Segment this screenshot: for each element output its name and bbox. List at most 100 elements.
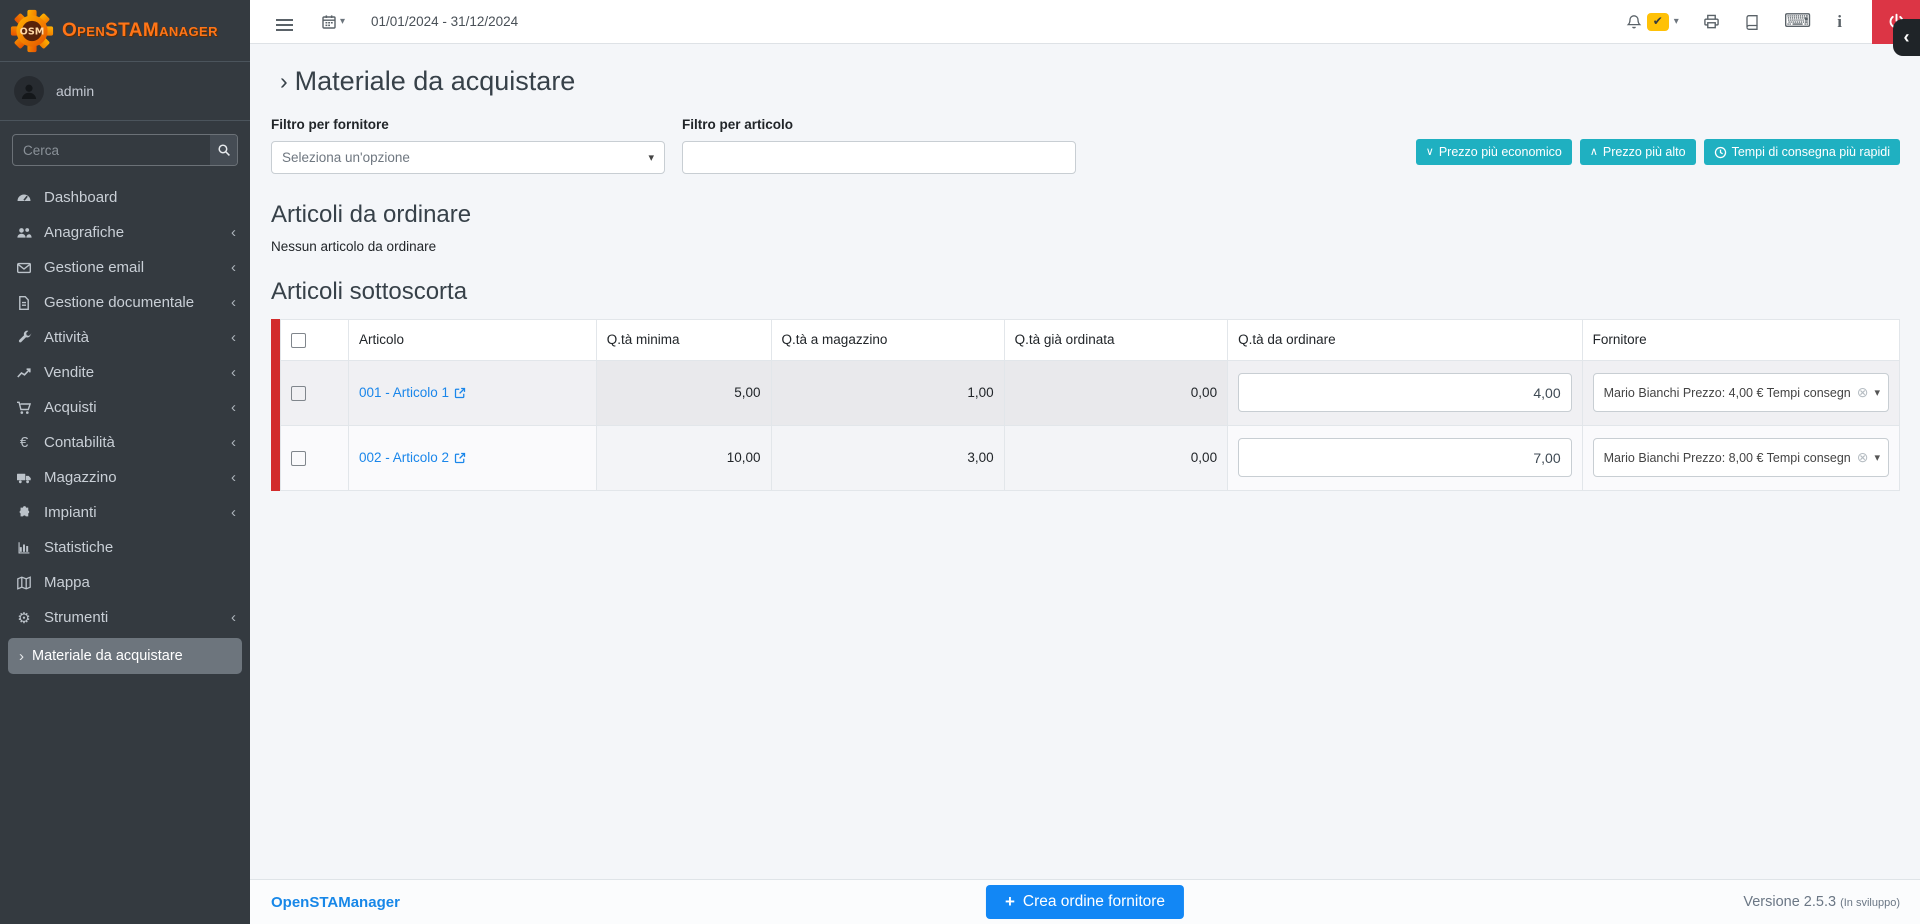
create-supplier-order-button[interactable]: + Crea ordine fornitore: [986, 885, 1184, 919]
search-input[interactable]: [13, 135, 210, 165]
sidebar-item-materiale-da-acquistare[interactable]: › Materiale da acquistare: [8, 638, 242, 674]
qta-magazzino-value: 1,00: [771, 360, 1004, 425]
collapse-panel-button[interactable]: ‹: [1893, 19, 1920, 56]
clear-icon[interactable]: ⊗: [1857, 449, 1869, 466]
section-title-articoli-sottoscorta: Articoli sottoscorta: [271, 278, 1900, 306]
sidebar-item-gestione-documentale[interactable]: Gestione documentale ‹: [0, 285, 250, 320]
highest-price-button[interactable]: ∧ Prezzo più alto: [1580, 139, 1696, 165]
row-checkbox[interactable]: [291, 386, 306, 401]
document-icon: [13, 295, 35, 311]
col-header-qta-gia-ordinata: Q.tà già ordinata: [1004, 320, 1227, 361]
sort-buttons: ∨ Prezzo più economico ∧ Prezzo più alto…: [1416, 139, 1900, 165]
search-icon: [217, 143, 231, 157]
col-header-qta-magazzino: Q.tà a magazzino: [771, 320, 1004, 361]
chevron-left-icon: ‹: [231, 329, 236, 346]
chevron-left-icon: ‹: [1904, 27, 1910, 48]
clear-icon[interactable]: ⊗: [1857, 384, 1869, 401]
caret-down-icon: ▾: [1674, 16, 1679, 27]
brand[interactable]: OSM OpenSTAManager: [0, 0, 250, 62]
chevron-left-icon: ‹: [231, 504, 236, 521]
sidebar-item-gestione-email[interactable]: Gestione email ‹: [0, 250, 250, 285]
sidebar-search: [12, 134, 238, 166]
tasks-badge[interactable]: ✔: [1647, 13, 1669, 31]
row-checkbox[interactable]: [291, 451, 306, 466]
qty-order-input[interactable]: [1238, 438, 1572, 477]
sidebar-item-impianti[interactable]: Impianti ‹: [0, 495, 250, 530]
supplier-select[interactable]: Mario Bianchi Prezzo: 4,00 € Tempi conse…: [1593, 373, 1889, 412]
empty-state-text: Nessun articolo da ordinare: [271, 239, 1900, 254]
supplier-filter-select[interactable]: Seleziona un'opzione ▾: [271, 141, 665, 174]
topbar: ▾ 01/01/2024 - 31/12/2024 ✔ ▾ ⌨ i: [250, 0, 1920, 44]
keyboard-shortcuts-icon[interactable]: ⌨: [1784, 10, 1811, 33]
qty-order-input[interactable]: [1238, 373, 1572, 412]
page-title: › Materiale da acquistare: [280, 66, 1900, 97]
chevron-left-icon: ‹: [231, 469, 236, 486]
check-icon: ✔: [1653, 14, 1663, 28]
footer-brand-link[interactable]: OpenSTAManager: [271, 894, 400, 911]
map-icon: [13, 575, 35, 591]
chevron-up-icon: ∧: [1590, 147, 1598, 158]
search-button[interactable]: [210, 135, 237, 165]
user-panel[interactable]: admin: [0, 62, 250, 121]
col-header-fornitore: Fornitore: [1582, 320, 1899, 361]
sidebar-item-dashboard[interactable]: Dashboard: [0, 180, 250, 215]
col-header-articolo: Articolo: [348, 320, 596, 361]
hamburger-menu-icon[interactable]: [274, 7, 295, 37]
main-area: ▾ 01/01/2024 - 31/12/2024 ✔ ▾ ⌨ i: [250, 0, 1920, 924]
article-filter-input[interactable]: [682, 141, 1076, 174]
chevron-left-icon: ‹: [231, 399, 236, 416]
truck-icon: [13, 470, 35, 486]
sidebar-nav: Dashboard Anagrafiche ‹ Gestione email ‹…: [0, 176, 250, 677]
sidebar-item-strumenti[interactable]: ⚙ Strumenti ‹: [0, 600, 250, 635]
table-header-row: Articolo Q.tà minima Q.tà a magazzino Q.…: [281, 320, 1900, 361]
info-icon[interactable]: i: [1835, 12, 1844, 32]
qta-magazzino-value: 3,00: [771, 425, 1004, 490]
sidebar-item-statistiche[interactable]: Statistiche: [0, 530, 250, 565]
external-link-icon: [454, 452, 466, 464]
understock-table: Articolo Q.tà minima Q.tà a magazzino Q.…: [271, 319, 1900, 491]
sidebar-item-contabilita[interactable]: € Contabilità ‹: [0, 425, 250, 460]
user-avatar-icon: [14, 76, 44, 106]
article-link[interactable]: 002 - Articolo 2: [359, 450, 466, 465]
col-header-qta-minima: Q.tà minima: [596, 320, 771, 361]
envelope-icon: [13, 260, 35, 276]
supplier-select[interactable]: Mario Bianchi Prezzo: 8,00 € Tempi conse…: [1593, 438, 1889, 477]
chevron-right-icon: ›: [19, 648, 24, 665]
cheapest-price-button[interactable]: ∨ Prezzo più economico: [1416, 139, 1572, 165]
manual-book-icon[interactable]: [1744, 14, 1760, 30]
chevron-left-icon: ‹: [231, 609, 236, 626]
chevron-down-icon: ∨: [1426, 147, 1434, 158]
sidebar-item-acquisti[interactable]: Acquisti ‹: [0, 390, 250, 425]
calendar-icon[interactable]: ▾: [321, 14, 345, 30]
sidebar-item-anagrafiche[interactable]: Anagrafiche ‹: [0, 215, 250, 250]
table-row: 002 - Articolo 2 10,00 3,00 0,00 Mario B…: [281, 425, 1900, 490]
caret-down-icon: ▾: [1874, 451, 1880, 464]
fastest-delivery-button[interactable]: Tempi di consegna più rapidi: [1704, 139, 1900, 165]
chevron-right-icon: ›: [280, 68, 288, 95]
clock-icon: [1714, 146, 1727, 159]
article-filter-label: Filtro per articolo: [682, 117, 1076, 132]
print-icon[interactable]: [1703, 13, 1720, 30]
select-all-checkbox[interactable]: [291, 333, 306, 348]
dashboard-icon: [13, 190, 35, 206]
sidebar-item-attivita[interactable]: Attività ‹: [0, 320, 250, 355]
chevron-left-icon: ‹: [231, 294, 236, 311]
sidebar-item-vendite[interactable]: Vendite ‹: [0, 355, 250, 390]
sidebar-item-magazzino[interactable]: Magazzino ‹: [0, 460, 250, 495]
caret-down-icon: ▾: [340, 16, 345, 27]
page-content: › Materiale da acquistare Filtro per for…: [250, 44, 1920, 879]
wrench-icon: [13, 330, 35, 345]
article-link[interactable]: 001 - Articolo 1: [359, 385, 466, 400]
date-range[interactable]: 01/01/2024 - 31/12/2024: [371, 14, 518, 29]
app-logo-gear-icon: OSM: [10, 9, 54, 53]
app-root: OSM OpenSTAManager admin Dashboard: [0, 0, 1920, 924]
sidebar-item-mappa[interactable]: Mappa: [0, 565, 250, 600]
brand-name: OpenSTAManager: [62, 20, 218, 42]
user-name: admin: [56, 83, 94, 99]
version-text: Versione 2.5.3 (In sviluppo): [1743, 894, 1900, 910]
col-header-qta-da-ordinare: Q.tà da ordinare: [1228, 320, 1583, 361]
caret-down-icon: ▾: [648, 151, 654, 164]
notifications-bell-icon[interactable]: ✔ ▾: [1626, 13, 1679, 31]
footer: OpenSTAManager + Crea ordine fornitore V…: [250, 879, 1920, 924]
chevron-left-icon: ‹: [231, 259, 236, 276]
